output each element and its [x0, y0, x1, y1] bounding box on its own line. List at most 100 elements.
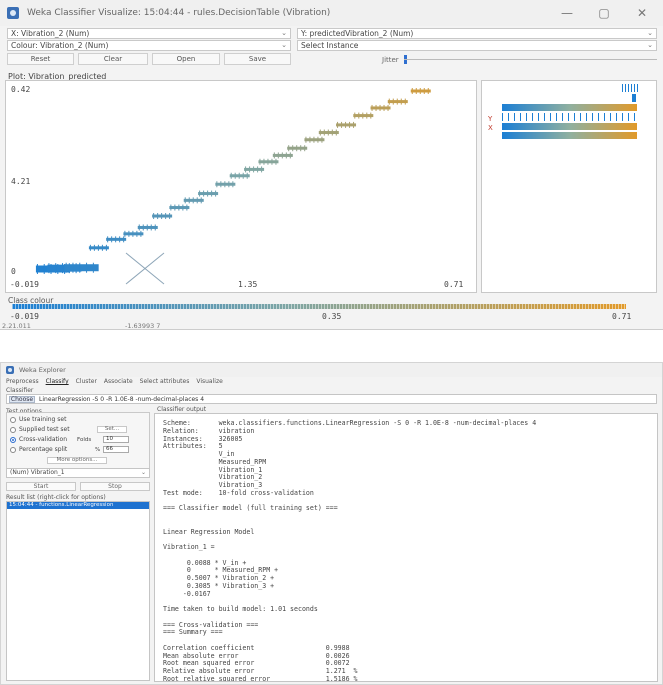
- scatter-point: [105, 244, 107, 251]
- attribute-bar[interactable]: [632, 94, 636, 102]
- minimize-button[interactable]: —: [550, 0, 584, 26]
- result-list[interactable]: 15:04:44 - functions.LinearRegression: [6, 501, 150, 681]
- close-button[interactable]: ✕: [625, 0, 659, 26]
- clear-button[interactable]: Clear: [78, 53, 148, 65]
- attribute-bar[interactable]: [622, 84, 638, 92]
- scatter-point: [400, 98, 402, 105]
- explorer-title: Weka Explorer: [19, 366, 66, 374]
- choose-button[interactable]: Choose: [9, 396, 35, 403]
- radio-label: Use training set: [19, 416, 67, 423]
- x-axis-select[interactable]: X: Vibration_2 (Num) ⌄: [7, 28, 291, 39]
- jitter-track: [404, 59, 657, 60]
- scatter-point: [261, 166, 263, 173]
- attribute-bar[interactable]: [502, 123, 637, 130]
- scatter-point: [331, 129, 333, 136]
- chevron-down-icon: ⌄: [647, 41, 653, 49]
- scatter-point: [305, 136, 307, 143]
- classifier-output[interactable]: Scheme: weka.classifiers.functions.Linea…: [154, 413, 658, 682]
- scatter-plot-area[interactable]: 0.42 4.21 0 -0.019 1.35 0.71: [5, 80, 477, 293]
- tab-preprocess[interactable]: Preprocess: [6, 378, 39, 385]
- percentage-split-radio[interactable]: Percentage split: [10, 446, 67, 453]
- start-button[interactable]: Start: [6, 482, 76, 491]
- weka-bird-icon: [6, 366, 14, 374]
- supplied-test-set-radio[interactable]: Supplied test set: [10, 426, 70, 433]
- scatter-point: [415, 88, 417, 94]
- scatter-point: [230, 172, 232, 179]
- tab-associate[interactable]: Associate: [104, 378, 133, 385]
- colour-select[interactable]: Colour: Vibration_2 (Num) ⌄: [7, 40, 291, 51]
- attribute-bar[interactable]: [502, 113, 637, 121]
- scatter-plot: [35, 88, 431, 285]
- instance-select[interactable]: Select Instance ⌄: [297, 40, 657, 51]
- visualizer-titlebar: Weka Classifier Visualize: 15:04:44 - ru…: [0, 0, 663, 26]
- scatter-point: [48, 263, 50, 274]
- scatter-point: [396, 98, 398, 105]
- use-training-set-radio[interactable]: Use training set: [10, 416, 66, 423]
- scatter-point: [186, 204, 188, 211]
- tab-cluster[interactable]: Cluster: [76, 378, 97, 385]
- class-colour-bar: [12, 304, 626, 309]
- result-list-item[interactable]: 15:04:44 - functions.LinearRegression: [7, 502, 149, 509]
- scatter-point: [404, 98, 406, 105]
- scatter-point: [354, 112, 356, 119]
- scatter-point: [423, 88, 425, 94]
- scatter-point: [366, 112, 368, 119]
- colour-tick-label: 0.35: [322, 312, 342, 321]
- folds-label: Folds: [77, 437, 92, 443]
- scatter-point: [115, 236, 117, 243]
- scatter-point: [234, 172, 236, 179]
- scatter-point: [370, 112, 372, 119]
- y-axis-select[interactable]: Y: predictedVibration_2 (Num) ⌄: [297, 28, 657, 39]
- scatter-point: [203, 190, 205, 197]
- scatter-point: [288, 145, 290, 152]
- maximize-button[interactable]: ▢: [587, 0, 621, 26]
- scatter-point: [296, 145, 298, 152]
- scatter-point: [146, 224, 148, 231]
- percent-input[interactable]: 66: [103, 446, 129, 453]
- classifier-output-label: Classifier output: [157, 406, 207, 413]
- explorer-window: Weka Explorer Preprocess Classify Cluste…: [0, 362, 663, 685]
- scatter-point: [327, 129, 329, 136]
- scatter-point: [153, 213, 155, 220]
- status-text: 2.21.011: [2, 322, 31, 330]
- set-test-button[interactable]: Set...: [97, 426, 127, 433]
- chevron-down-icon: ⌄: [281, 41, 287, 49]
- reset-button[interactable]: Reset: [7, 53, 74, 65]
- scatter-point: [207, 190, 209, 197]
- classifier-label: Classifier: [6, 387, 34, 394]
- scatter-point: [128, 230, 130, 237]
- scatter-point: [337, 121, 339, 128]
- scatter-point: [178, 204, 180, 211]
- visualizer-window: Weka Classifier Visualize: 15:04:44 - ru…: [0, 0, 663, 330]
- chevron-down-icon: ⌄: [281, 29, 287, 37]
- tab-visualize[interactable]: Visualize: [196, 378, 222, 385]
- folds-input[interactable]: 10: [103, 436, 129, 443]
- result-list-label: Result list (right-click for options): [6, 494, 106, 501]
- more-options-button[interactable]: More options...: [47, 457, 107, 464]
- scatter-point: [277, 152, 279, 159]
- radio-selected-icon: [10, 436, 16, 443]
- attribute-bar[interactable]: [502, 132, 637, 139]
- scatter-point: [341, 121, 343, 128]
- classifier-config[interactable]: LinearRegression -S 0 -R 1.0E-8 -num-dec…: [39, 396, 204, 403]
- scatter-point: [388, 98, 390, 105]
- cross-validation-radio[interactable]: Cross-validation: [10, 436, 67, 443]
- scatter-point: [65, 262, 67, 273]
- scatter-point: [309, 136, 311, 143]
- tab-select-attributes[interactable]: Select attributes: [140, 378, 190, 385]
- stop-button[interactable]: Stop: [80, 482, 150, 491]
- left-panel: Test options Use training set Supplied t…: [6, 406, 150, 682]
- save-button[interactable]: Save: [224, 53, 291, 65]
- scatter-point: [304, 145, 306, 152]
- open-button[interactable]: Open: [152, 53, 220, 65]
- tab-classify[interactable]: Classify: [46, 378, 69, 385]
- scatter-point: [55, 263, 57, 274]
- target-attribute-select[interactable]: (Num) Vibration_1 ⌄: [6, 468, 150, 478]
- scatter-point: [97, 244, 99, 251]
- scatter-point: [289, 152, 291, 159]
- scatter-point: [273, 152, 275, 159]
- scatter-point: [383, 104, 385, 111]
- target-attribute-value: (Num) Vibration_1: [10, 469, 65, 476]
- attribute-bar[interactable]: [502, 104, 637, 111]
- attribute-bars-panel[interactable]: Y X: [481, 80, 657, 293]
